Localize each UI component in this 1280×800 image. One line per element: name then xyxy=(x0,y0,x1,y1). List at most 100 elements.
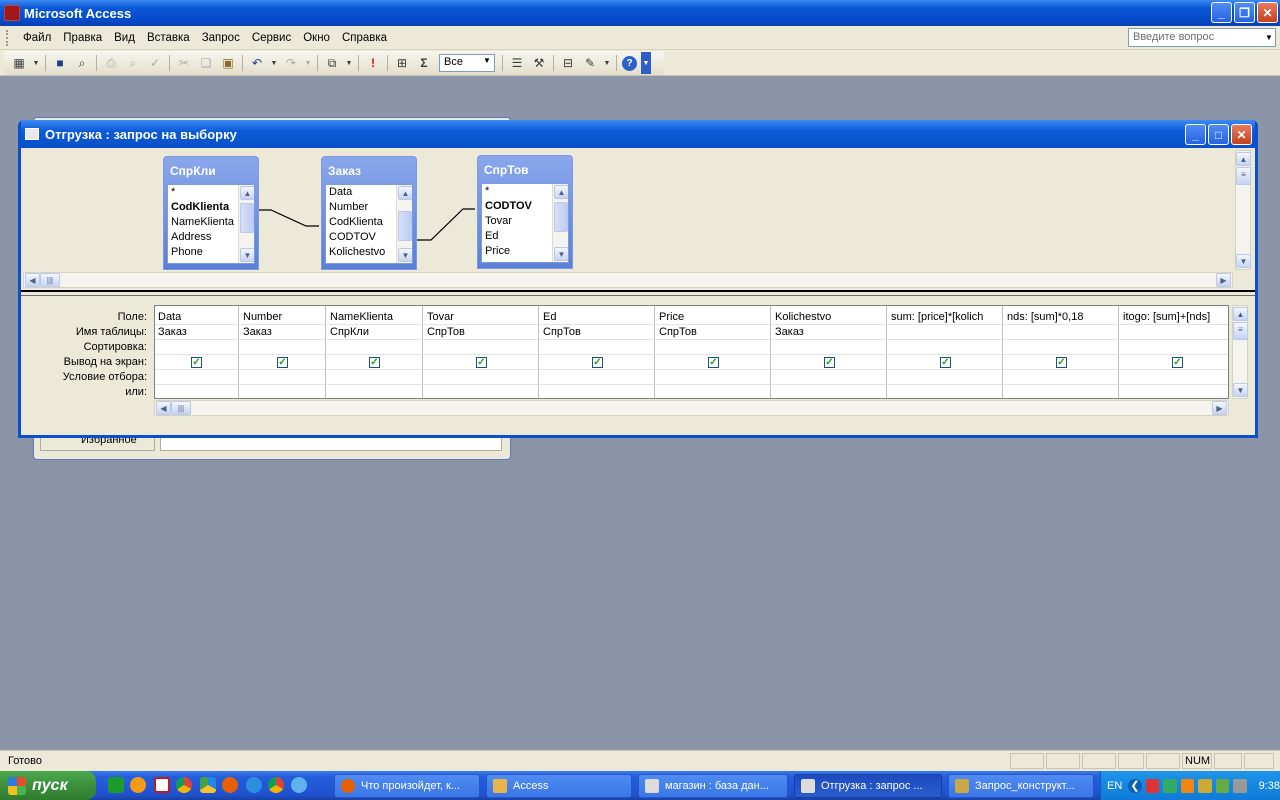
taskbar-button[interactable]: Что произойдет, к... xyxy=(334,774,480,798)
grid-or-cell[interactable] xyxy=(656,385,770,398)
grid-criteria-cell[interactable] xyxy=(1120,370,1228,385)
query-maximize-button[interactable]: □ xyxy=(1208,124,1229,145)
top-values-combo[interactable]: Все ▼ xyxy=(439,54,495,72)
quick-launch-firefox-icon[interactable] xyxy=(222,777,238,793)
grid-criteria-cell[interactable] xyxy=(772,370,886,385)
minimize-button[interactable]: _ xyxy=(1211,2,1232,23)
pane-splitter[interactable] xyxy=(21,290,1255,296)
grid-table-cell[interactable]: Заказ xyxy=(240,325,325,340)
grid-field-cell[interactable]: itogo: [sum]+[nds] xyxy=(1120,310,1228,325)
menu-insert[interactable]: Вставка xyxy=(141,32,196,44)
show-checkbox[interactable]: ✓ xyxy=(369,357,380,368)
table-spr-tov[interactable]: СпрТов * CODTOV Tovar Ed Price ▲ ▼ xyxy=(477,155,573,269)
scroll-up-icon[interactable]: ▲ xyxy=(1233,307,1248,321)
grid-or-cell[interactable] xyxy=(772,385,886,398)
tray-security-icon[interactable] xyxy=(1145,778,1160,793)
quick-launch-1c-icon[interactable] xyxy=(108,777,124,793)
grid-sort-cell[interactable] xyxy=(540,340,654,355)
grid-criteria-cell[interactable] xyxy=(888,370,1002,385)
chevron-down-icon[interactable]: ▼ xyxy=(1263,29,1275,46)
scroll-left-icon[interactable]: ◀ xyxy=(156,401,171,415)
grid-field-cell[interactable]: sum: [price]*[kolich xyxy=(888,310,1002,325)
show-checkbox[interactable]: ✓ xyxy=(940,357,951,368)
new-object-dropdown-icon[interactable]: ▼ xyxy=(603,54,611,72)
grid-criteria-cell[interactable] xyxy=(1004,370,1118,385)
grid-sort-cell[interactable] xyxy=(1120,340,1228,355)
tray-app-icon[interactable] xyxy=(1233,778,1247,793)
table-diagram-pane[interactable]: СпрКли * CodKlienta NameKlienta Address … xyxy=(21,148,1255,290)
scroll-down-icon[interactable]: ▼ xyxy=(1233,383,1248,397)
undo-icon[interactable]: ↶ xyxy=(248,54,266,72)
grid-sort-cell[interactable] xyxy=(240,340,325,355)
grid-criteria-cell[interactable] xyxy=(240,370,325,385)
tray-update-icon[interactable] xyxy=(1198,778,1212,793)
scroll-down-icon[interactable]: ▼ xyxy=(240,248,254,262)
grid-sort-cell[interactable] xyxy=(656,340,770,355)
table-title[interactable]: Заказ xyxy=(325,160,413,184)
properties-icon[interactable]: ☰ xyxy=(508,54,526,72)
spelling-icon[interactable]: ✓ xyxy=(146,54,164,72)
grid-table-cell[interactable] xyxy=(1004,325,1118,340)
grid-field-cell[interactable]: Ed xyxy=(540,310,654,325)
grid-sort-cell[interactable] xyxy=(155,340,238,355)
scroll-down-icon[interactable]: ▼ xyxy=(554,247,568,261)
grid-or-cell[interactable] xyxy=(155,385,238,398)
field-list-scrollbar[interactable]: ▲ ▼ xyxy=(552,184,568,262)
view-icon[interactable]: ▦ xyxy=(10,54,28,72)
grid-table-cell[interactable]: Заказ xyxy=(155,325,238,340)
quick-launch-drive-icon[interactable] xyxy=(200,777,216,793)
scroll-thumb[interactable]: ≡ xyxy=(1233,322,1248,340)
redo-dropdown-icon[interactable]: ▼ xyxy=(304,54,312,72)
grid-table-cell[interactable]: Заказ xyxy=(772,325,886,340)
scroll-thumb[interactable] xyxy=(398,211,412,241)
grid-table-cell[interactable]: СпрТов xyxy=(540,325,654,340)
taskbar-button[interactable]: магазин : база дан... xyxy=(638,774,788,798)
redo-icon[interactable]: ↷ xyxy=(282,54,300,72)
tray-shield-icon[interactable] xyxy=(1215,778,1230,793)
grid-criteria-cell[interactable] xyxy=(155,370,238,385)
grid-or-cell[interactable] xyxy=(1120,385,1228,398)
show-checkbox[interactable]: ✓ xyxy=(708,357,719,368)
scroll-up-icon[interactable]: ▲ xyxy=(240,186,254,200)
grid-field-cell[interactable]: Kolichestvo xyxy=(772,310,886,325)
diagram-vscrollbar[interactable]: ▲ ≡ ▼ xyxy=(1235,150,1251,270)
scroll-right-icon[interactable]: ▶ xyxy=(1212,401,1227,415)
quick-launch-avast-icon[interactable] xyxy=(130,777,146,793)
grid-table-cell[interactable] xyxy=(1120,325,1228,340)
tray-antivirus-icon[interactable] xyxy=(1180,778,1195,793)
start-button[interactable]: пуск xyxy=(0,771,96,800)
grid-vscrollbar[interactable]: ▲ ≡ ▼ xyxy=(1232,305,1248,399)
scroll-thumb[interactable]: ||| xyxy=(40,273,60,287)
query-type-dropdown-icon[interactable]: ▼ xyxy=(345,54,353,72)
quick-launch-chrome2-icon[interactable] xyxy=(268,777,284,793)
table-title[interactable]: СпрКли xyxy=(167,160,255,184)
print-icon[interactable]: ⎙ xyxy=(102,54,120,72)
grid-or-cell[interactable] xyxy=(424,385,538,398)
quick-launch-ie2-icon[interactable] xyxy=(291,777,307,793)
scroll-thumb[interactable]: ||| xyxy=(171,401,191,415)
grid-or-cell[interactable] xyxy=(540,385,654,398)
builder-icon[interactable]: ⚒ xyxy=(530,54,548,72)
show-checkbox[interactable]: ✓ xyxy=(824,357,835,368)
toolbar-options-icon[interactable]: ▼ xyxy=(641,52,651,74)
query-minimize-button[interactable]: _ xyxy=(1185,124,1206,145)
taskbar-button[interactable]: Access xyxy=(486,774,632,798)
grid-sort-cell[interactable] xyxy=(327,340,422,355)
grid-field-cell[interactable]: Data xyxy=(155,310,238,325)
grid-criteria-cell[interactable] xyxy=(656,370,770,385)
menu-edit[interactable]: Правка xyxy=(57,32,108,44)
grid-sort-cell[interactable] xyxy=(1004,340,1118,355)
language-indicator[interactable]: EN xyxy=(1107,780,1122,792)
database-window-icon[interactable]: ⊟ xyxy=(559,54,577,72)
show-table-icon[interactable]: ⊞ xyxy=(393,54,411,72)
grid-or-cell[interactable] xyxy=(888,385,1002,398)
grid-field-cell[interactable]: nds: [sum]*0,18 xyxy=(1004,310,1118,325)
taskbar-button[interactable]: Запрос_конструкт... xyxy=(948,774,1094,798)
show-checkbox[interactable]: ✓ xyxy=(476,357,487,368)
tray-expand-icon[interactable]: ❮ xyxy=(1128,778,1142,793)
menu-help[interactable]: Справка xyxy=(336,32,393,44)
tray-network-icon[interactable] xyxy=(1163,778,1177,793)
scroll-thumb[interactable] xyxy=(554,202,568,232)
show-checkbox[interactable]: ✓ xyxy=(191,357,202,368)
grid-field-cell[interactable]: Number xyxy=(240,310,325,325)
